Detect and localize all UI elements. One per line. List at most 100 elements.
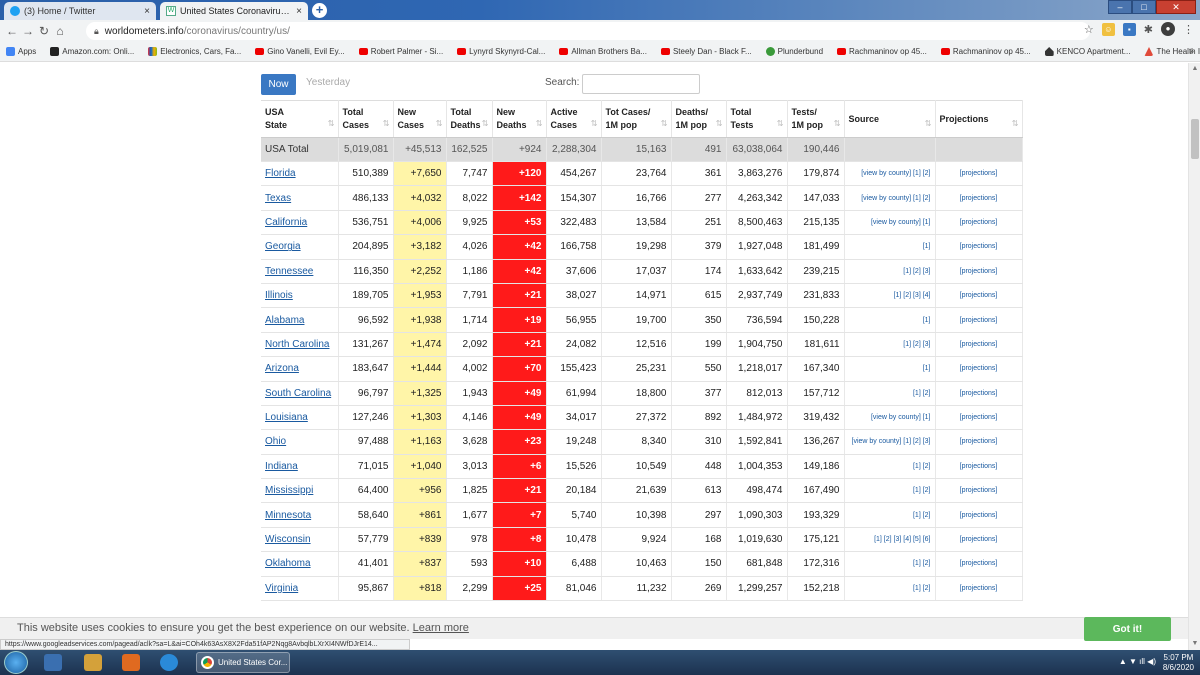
bookmark-youtube[interactable]: Rachmaninov op 45... xyxy=(940,47,1045,56)
source-links[interactable]: [1] xyxy=(923,317,931,324)
projections-link[interactable]: [projections] xyxy=(960,243,998,250)
column-header[interactable]: New Cases ⇅ xyxy=(393,100,447,138)
url-input[interactable]: 🔒︎ worldometers.info/coronavirus/country… xyxy=(86,22,1090,40)
sort-icon[interactable]: ⇅ xyxy=(591,117,598,130)
column-header[interactable]: Total Deaths ⇅ xyxy=(446,100,493,138)
state-link[interactable]: Virginia xyxy=(265,583,298,594)
state-link[interactable]: South Carolina xyxy=(265,388,331,399)
scrollbar-thumb[interactable] xyxy=(1191,119,1199,159)
bookmark-kenco[interactable]: KENCO Apartment... xyxy=(1044,47,1145,56)
projections-link[interactable]: [projections] xyxy=(960,560,998,567)
projections-link[interactable]: [projections] xyxy=(960,390,998,397)
start-button[interactable] xyxy=(4,651,28,674)
state-link[interactable]: Minnesota xyxy=(265,510,311,521)
system-tray-icons[interactable]: ▲ ▼ ıll ◀) xyxy=(1119,657,1156,666)
bookmark-youtube[interactable]: Steely Dan - Black F... xyxy=(660,47,766,56)
sort-icon[interactable]: ⇅ xyxy=(536,117,543,130)
source-links[interactable]: [view by county] [1] [2] xyxy=(861,170,930,177)
bookmark-apps[interactable]: Apps xyxy=(6,47,50,56)
internet-explorer-icon[interactable] xyxy=(160,654,178,671)
forward-icon[interactable]: → xyxy=(20,24,36,38)
extension-icon[interactable]: ▪ xyxy=(1122,22,1136,36)
learn-more-link[interactable]: Learn more xyxy=(413,622,469,634)
projections-link[interactable]: [projections] xyxy=(960,365,998,372)
column-header[interactable]: New Deaths ⇅ xyxy=(492,100,547,138)
source-links[interactable]: [1] xyxy=(923,365,931,372)
source-links[interactable]: [1] [2] xyxy=(913,512,931,519)
state-link[interactable]: Louisiana xyxy=(265,412,308,423)
state-link[interactable]: Oklahoma xyxy=(265,558,311,569)
now-button[interactable]: Now xyxy=(261,74,296,95)
bookmark-youtube[interactable]: Robert Palmer - Si... xyxy=(358,47,457,56)
projections-link[interactable]: [projections] xyxy=(960,512,998,519)
column-header[interactable]: Total Cases ⇅ xyxy=(338,100,394,138)
state-link[interactable]: Florida xyxy=(265,168,296,179)
emoji-extension-icon[interactable]: ☺ xyxy=(1101,22,1115,36)
source-links[interactable]: [1] xyxy=(923,243,931,250)
source-links[interactable]: [view by county] [1] [2] [3] xyxy=(852,438,931,445)
bookmark-youtube[interactable]: Rachmaninov op 45... xyxy=(837,47,941,56)
column-header[interactable]: Total Tests ⇅ xyxy=(726,100,788,138)
bookmark-youtube[interactable]: Lynyrd Skynyrd-Cal... xyxy=(457,47,559,56)
state-link[interactable]: Texas xyxy=(265,193,291,204)
source-links[interactable]: [1] [2] [3] xyxy=(903,341,930,348)
menu-icon[interactable]: ⋮ xyxy=(1183,23,1194,36)
projections-link[interactable]: [projections] xyxy=(960,487,998,494)
sort-icon[interactable]: ⇅ xyxy=(925,117,932,130)
column-header[interactable]: Active Cases ⇅ xyxy=(546,100,602,138)
column-header[interactable]: USA State ⇅ xyxy=(261,100,339,138)
sort-icon[interactable]: ⇅ xyxy=(777,117,784,130)
state-link[interactable]: Mississippi xyxy=(265,485,313,496)
tab-worldometers[interactable]: W United States Coronavirus: 5,019, × xyxy=(160,2,308,20)
projections-link[interactable]: [projections] xyxy=(960,292,998,299)
search-input[interactable] xyxy=(582,74,700,94)
sort-icon[interactable]: ⇅ xyxy=(1012,117,1019,130)
source-links[interactable]: [1] [2] xyxy=(913,487,931,494)
state-link[interactable]: Arizona xyxy=(265,363,299,374)
projections-link[interactable]: [projections] xyxy=(960,414,998,421)
profile-avatar[interactable]: ● xyxy=(1161,22,1175,36)
projections-link[interactable]: [projections] xyxy=(960,195,998,202)
tab-twitter[interactable]: (3) Home / Twitter × xyxy=(4,2,156,20)
source-links[interactable]: [1] [2] [3] xyxy=(903,268,930,275)
projections-link[interactable]: [projections] xyxy=(960,341,998,348)
scroll-down-icon[interactable]: ▼ xyxy=(1191,640,1199,648)
projections-link[interactable]: [projections] xyxy=(960,170,998,177)
close-tab-icon[interactable]: × xyxy=(296,6,302,17)
source-links[interactable]: [1] [2] [3] [4] [5] [6] xyxy=(874,536,930,543)
bookmark-youtube[interactable]: Gino Vanelli, Evil Ey... xyxy=(255,47,359,56)
projections-link[interactable]: [projections] xyxy=(960,585,998,592)
state-link[interactable]: Ohio xyxy=(265,436,286,447)
projections-link[interactable]: [projections] xyxy=(960,438,998,445)
bookmark-plunderbund[interactable]: Plunderbund xyxy=(765,47,837,56)
bookmark-ebay[interactable]: Electronics, Cars, Fa... xyxy=(148,47,255,56)
bookmark-star-icon[interactable]: ☆ xyxy=(1084,23,1094,36)
clock[interactable]: 5:07 PM 8/6/2020 xyxy=(1163,653,1194,673)
state-link[interactable]: Indiana xyxy=(265,461,298,472)
close-tab-icon[interactable]: × xyxy=(144,6,150,17)
state-link[interactable]: Alabama xyxy=(265,315,304,326)
column-header[interactable]: Tot Cases/1M pop ⇅ xyxy=(601,100,672,138)
source-links[interactable]: [1] [2] [3] [4] xyxy=(894,292,931,299)
media-player-icon[interactable] xyxy=(122,654,140,671)
scroll-up-icon[interactable]: ▲ xyxy=(1191,65,1199,73)
projections-link[interactable]: [projections] xyxy=(960,219,998,226)
source-links[interactable]: [1] [2] xyxy=(913,390,931,397)
bookmark-amazon[interactable]: Amazon.com: Onli... xyxy=(50,47,148,56)
taskbar-chrome-window[interactable]: United States Cor... xyxy=(196,652,290,673)
column-header[interactable]: Deaths/1M pop ⇅ xyxy=(671,100,727,138)
yesterday-button[interactable]: Yesterday xyxy=(306,77,350,88)
folder-icon[interactable] xyxy=(84,654,102,671)
column-header[interactable]: Source ⇅ xyxy=(844,100,936,138)
sort-icon[interactable]: ⇅ xyxy=(834,117,841,130)
state-link[interactable]: Tennessee xyxy=(265,266,313,277)
sort-icon[interactable]: ⇅ xyxy=(436,117,443,130)
scrollbar[interactable]: ▲ ▼ xyxy=(1188,63,1200,650)
source-links[interactable]: [1] [2] xyxy=(913,463,931,470)
sort-icon[interactable]: ⇅ xyxy=(328,117,335,130)
projections-link[interactable]: [projections] xyxy=(960,536,998,543)
source-links[interactable]: [1] [2] xyxy=(913,585,931,592)
source-links[interactable]: [view by county] [1] xyxy=(871,219,931,226)
projections-link[interactable]: [projections] xyxy=(960,463,998,470)
state-link[interactable]: Wisconsin xyxy=(265,534,311,545)
